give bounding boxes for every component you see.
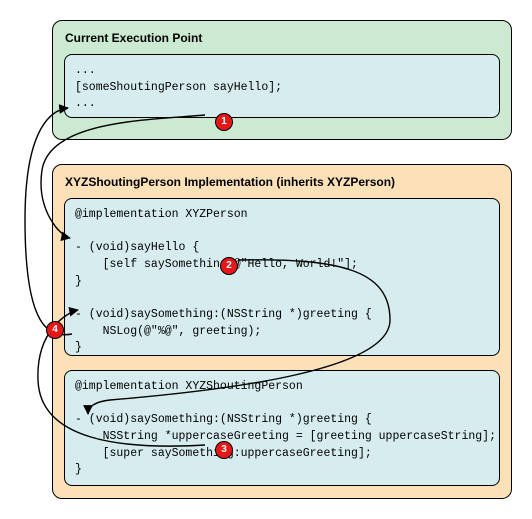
implementation-title: XYZShoutingPerson Implementation (inheri… <box>53 165 511 195</box>
execution-code: ... [someShoutingPerson sayHello]; ... <box>64 54 500 118</box>
step-badge-4: 4 <box>46 321 64 339</box>
xyzshoutingperson-code: @implementation XYZShoutingPerson - (voi… <box>64 370 500 486</box>
step-badge-1: 1 <box>215 113 233 131</box>
step-badge-3: 3 <box>215 441 233 459</box>
flow-diagram: Current Execution Point ... [someShoutin… <box>20 20 512 499</box>
execution-point-title: Current Execution Point <box>53 21 511 51</box>
xyzperson-code: @implementation XYZPerson - (void)sayHel… <box>64 198 500 356</box>
step-badge-2: 2 <box>220 257 238 275</box>
